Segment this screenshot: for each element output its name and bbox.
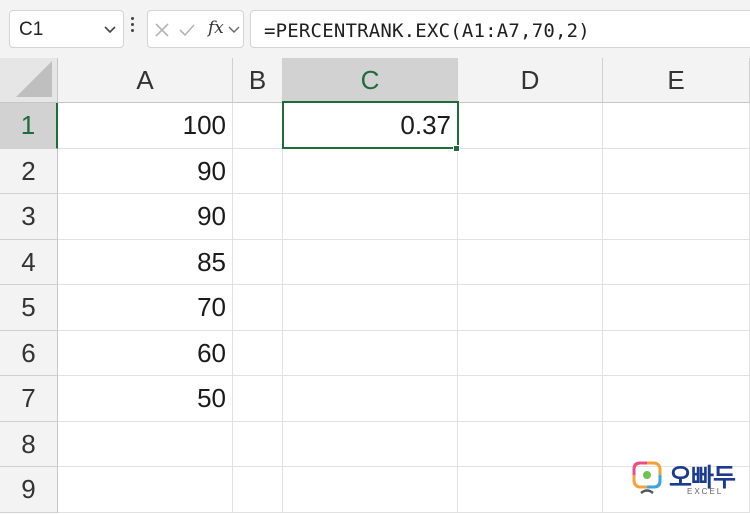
cell-c3[interactable] [283, 194, 458, 240]
cell-b8[interactable] [233, 421, 283, 467]
cell-d4[interactable] [458, 239, 603, 285]
cell-a3[interactable]: 90 [58, 194, 233, 240]
column-header-e[interactable]: E [603, 58, 750, 103]
spreadsheet-grid: ABCDE 123456789 100 0.37 90 90 85 70 60 50 [0, 58, 750, 515]
cell-c7[interactable] [283, 376, 458, 422]
cell-e4[interactable] [603, 239, 750, 285]
chevron-down-icon[interactable] [228, 25, 240, 35]
cell-c2[interactable] [283, 148, 458, 194]
cell-a1[interactable]: 100 [58, 103, 233, 149]
logo-icon [632, 461, 662, 495]
column-header-b[interactable]: B [233, 58, 283, 103]
cell-c6[interactable] [283, 330, 458, 376]
cell-d5[interactable] [458, 285, 603, 331]
cell-a9[interactable] [58, 467, 233, 513]
cell-e2[interactable] [603, 148, 750, 194]
cell-d1[interactable] [458, 103, 603, 149]
cell-d6[interactable] [458, 330, 603, 376]
select-all-triangle-icon [16, 61, 52, 97]
column-header-d[interactable]: D [458, 58, 603, 103]
cell-c4[interactable] [283, 239, 458, 285]
row-header-8[interactable]: 8 [0, 421, 58, 467]
cell-c8[interactable] [283, 421, 458, 467]
cell-b3[interactable] [233, 194, 283, 240]
cell-a4[interactable]: 85 [58, 239, 233, 285]
cell-c5[interactable] [283, 285, 458, 331]
insert-function-button[interactable]: fx [208, 18, 224, 38]
row-header-9[interactable]: 9 [0, 467, 58, 513]
row-header-1[interactable]: 1 [0, 103, 58, 149]
row-header-7[interactable]: 7 [0, 376, 58, 422]
cell-d9[interactable] [458, 467, 603, 513]
cell-e1[interactable] [603, 103, 750, 149]
row-header-3[interactable]: 3 [0, 194, 58, 240]
row-header-4[interactable]: 4 [0, 239, 58, 285]
more-options-icon[interactable] [130, 17, 136, 41]
cell-e7[interactable] [603, 376, 750, 422]
formula-bar-area: C1 fx =PERCENTRANK.EXC(A1:A7,70,2) [0, 0, 750, 58]
formula-buttons: fx [147, 10, 244, 48]
cancel-icon[interactable] [154, 22, 170, 38]
cell-a8[interactable] [58, 421, 233, 467]
cell-e6[interactable] [603, 330, 750, 376]
column-header-a[interactable]: A [58, 58, 233, 103]
cell-b6[interactable] [233, 330, 283, 376]
enter-check-icon[interactable] [178, 22, 196, 38]
column-header-c[interactable]: C [283, 58, 458, 103]
watermark-subtext: EXCEL [687, 487, 724, 496]
cell-b4[interactable] [233, 239, 283, 285]
cell-c1[interactable]: 0.37 [283, 103, 458, 149]
cell-d8[interactable] [458, 421, 603, 467]
cell-b9[interactable] [233, 467, 283, 513]
cell-e5[interactable] [603, 285, 750, 331]
cell-e3[interactable] [603, 194, 750, 240]
cell-a5[interactable]: 70 [58, 285, 233, 331]
cell-b2[interactable] [233, 148, 283, 194]
cell-a7[interactable]: 50 [58, 376, 233, 422]
row-header-2[interactable]: 2 [0, 148, 58, 194]
name-box[interactable]: C1 [9, 10, 124, 48]
cell-a6[interactable]: 60 [58, 330, 233, 376]
watermark-logo: 오빠두 EXCEL [631, 459, 741, 499]
cell-d7[interactable] [458, 376, 603, 422]
name-box-value: C1 [19, 19, 44, 40]
cell-b5[interactable] [233, 285, 283, 331]
formula-text: =PERCENTRANK.EXC(A1:A7,70,2) [264, 20, 590, 42]
row-header-5[interactable]: 5 [0, 285, 58, 331]
chevron-down-icon[interactable] [103, 23, 117, 37]
cell-d3[interactable] [458, 194, 603, 240]
cell-b1[interactable] [233, 103, 283, 149]
cell-a2[interactable]: 90 [58, 148, 233, 194]
row-header-6[interactable]: 6 [0, 330, 58, 376]
formula-input[interactable]: =PERCENTRANK.EXC(A1:A7,70,2) [250, 10, 750, 48]
cell-d2[interactable] [458, 148, 603, 194]
fill-handle[interactable] [453, 145, 460, 152]
cell-b7[interactable] [233, 376, 283, 422]
select-all-button[interactable] [0, 58, 58, 103]
cell-c9[interactable] [283, 467, 458, 513]
